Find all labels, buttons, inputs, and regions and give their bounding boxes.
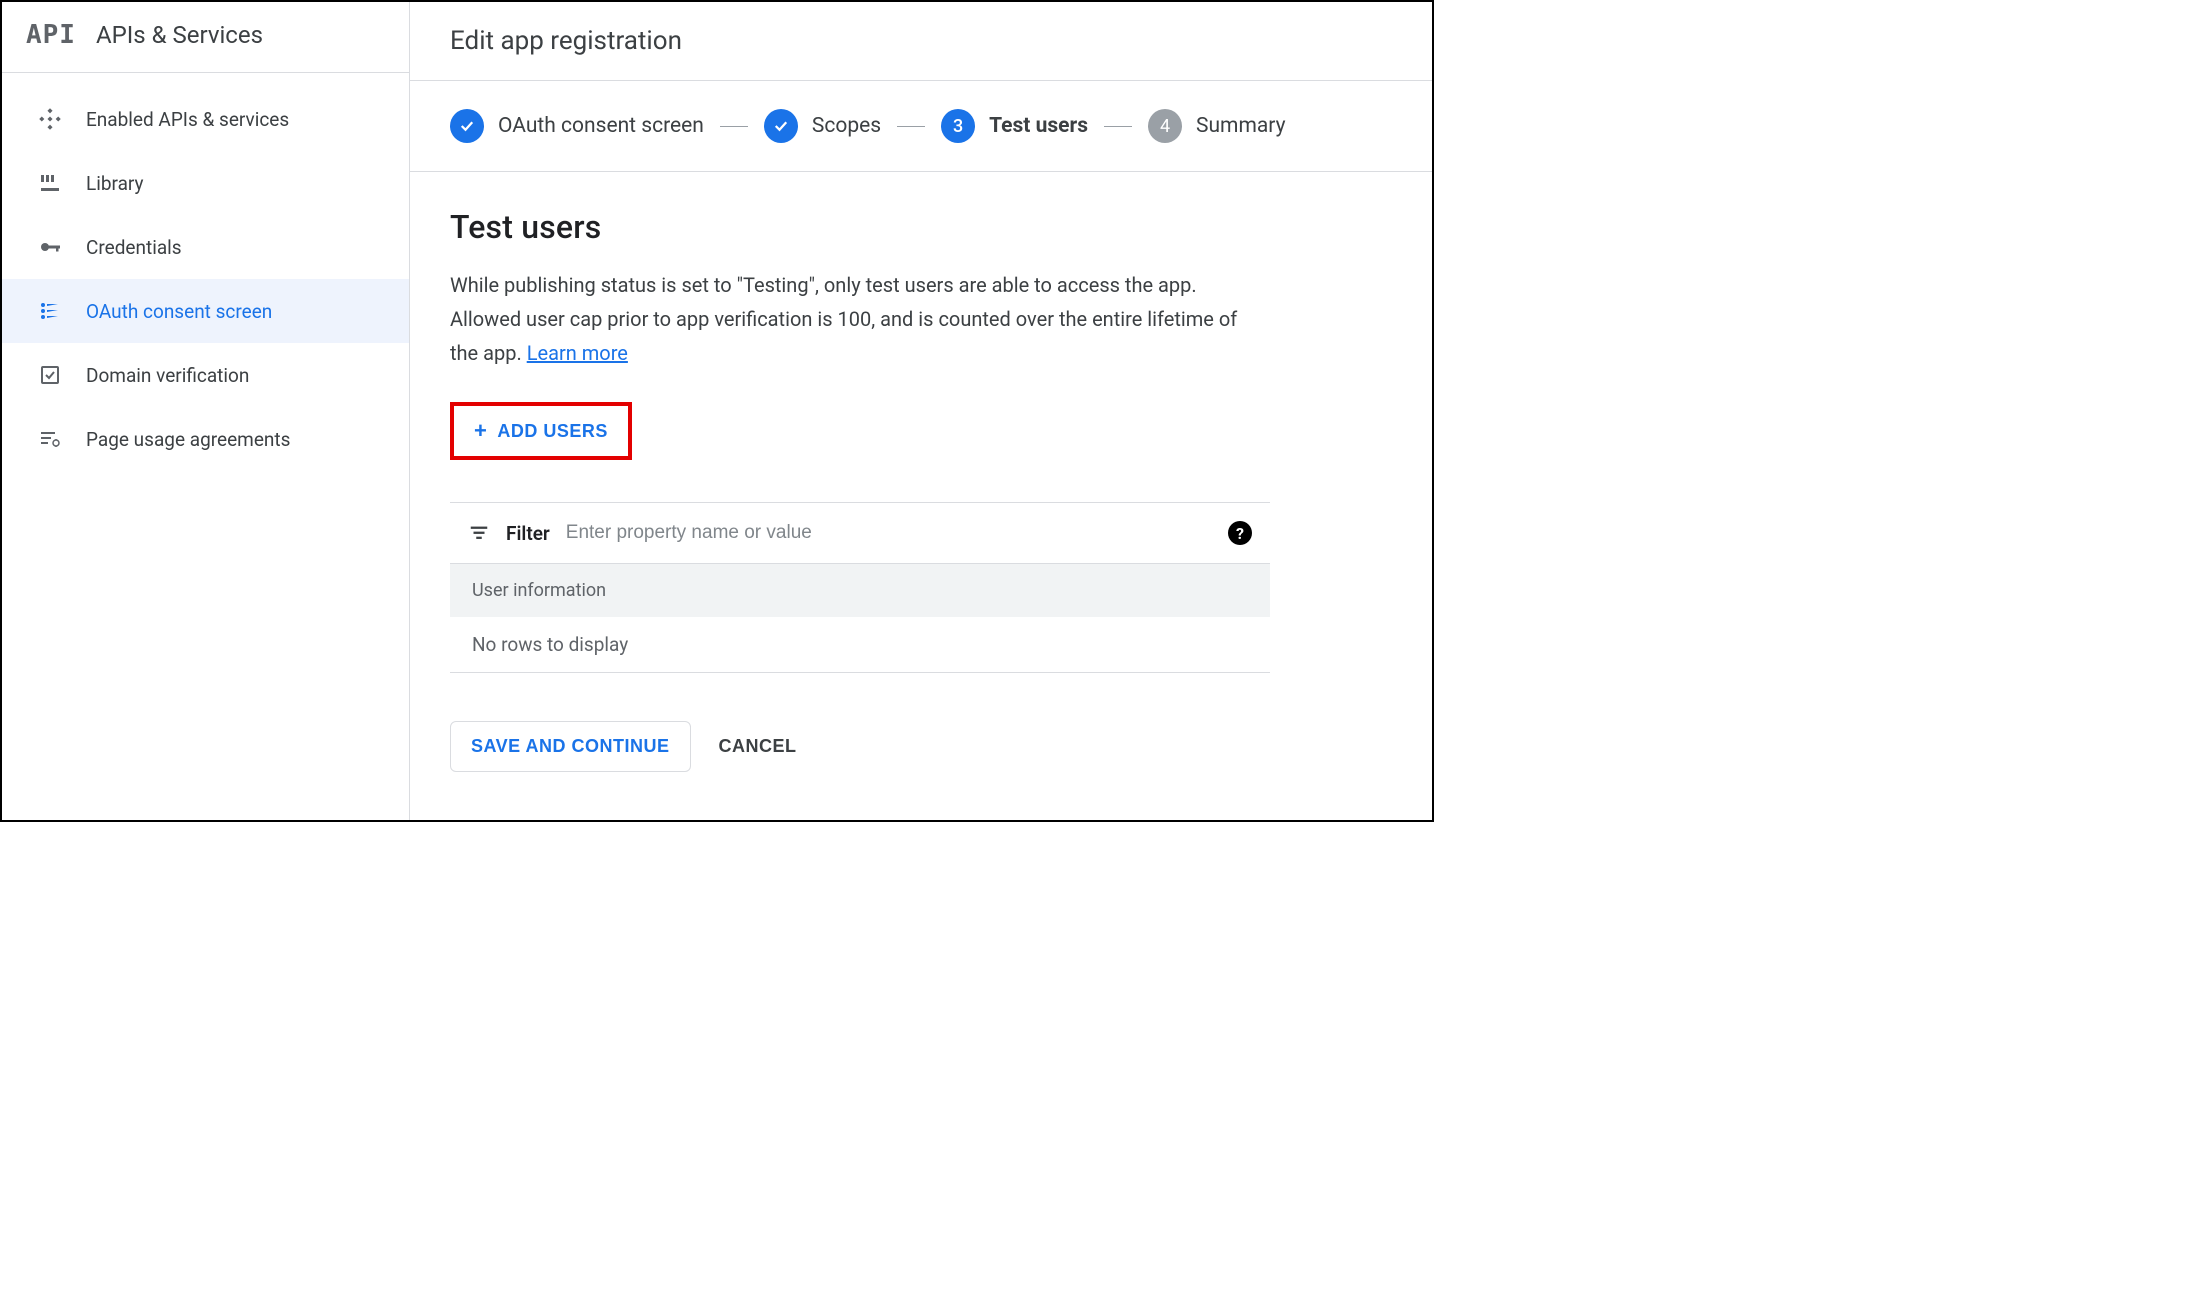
sidebar-item-domain-verification[interactable]: Domain verification — [2, 343, 409, 407]
sidebar-title: APIs & Services — [96, 21, 263, 49]
api-logo: API — [26, 20, 76, 50]
check-box-icon — [38, 363, 62, 387]
step-number: 3 — [941, 109, 975, 143]
step-label: Test users — [989, 114, 1088, 138]
sidebar-item-label: Library — [86, 172, 144, 195]
save-and-continue-button[interactable]: SAVE AND CONTINUE — [450, 721, 691, 772]
add-users-label: ADD USERS — [497, 421, 608, 442]
filter-icon — [468, 522, 490, 544]
table-empty: No rows to display — [450, 617, 1270, 673]
cancel-button[interactable]: CANCEL — [719, 736, 797, 757]
library-icon — [38, 171, 62, 195]
filter-label: Filter — [506, 522, 550, 545]
sidebar-item-oauth-consent[interactable]: OAuth consent screen — [2, 279, 409, 343]
sidebar: API APIs & Services Enabled APIs & servi… — [2, 2, 410, 820]
sidebar-item-library[interactable]: Library — [2, 151, 409, 215]
key-icon — [38, 235, 62, 259]
step-scopes[interactable]: Scopes — [764, 109, 881, 143]
sidebar-nav: Enabled APIs & services Library Credenti… — [2, 73, 409, 471]
sidebar-item-page-usage[interactable]: Page usage agreements — [2, 407, 409, 471]
filter-input[interactable] — [566, 522, 1212, 544]
help-icon[interactable]: ? — [1228, 521, 1252, 545]
diamond-icon — [38, 107, 62, 131]
table-header: User information — [450, 564, 1270, 617]
sidebar-header: API APIs & Services — [2, 2, 409, 73]
step-label: OAuth consent screen — [498, 114, 704, 138]
sidebar-item-credentials[interactable]: Credentials — [2, 215, 409, 279]
form-actions: SAVE AND CONTINUE CANCEL — [450, 721, 1270, 772]
learn-more-link[interactable]: Learn more — [527, 341, 628, 365]
sidebar-item-label: Page usage agreements — [86, 428, 290, 451]
step-test-users[interactable]: 3 Test users — [941, 109, 1088, 143]
section-title: Test users — [450, 208, 1270, 246]
add-users-button[interactable]: + ADD USERS — [458, 410, 624, 452]
settings-list-icon — [38, 427, 62, 451]
check-icon — [450, 109, 484, 143]
step-number: 4 — [1148, 109, 1182, 143]
filter-row: Filter ? — [450, 503, 1270, 564]
step-oauth-consent[interactable]: OAuth consent screen — [450, 109, 704, 143]
page-title: Edit app registration — [410, 2, 1432, 81]
sidebar-item-enabled-apis[interactable]: Enabled APIs & services — [2, 87, 409, 151]
step-label: Scopes — [812, 114, 881, 138]
sidebar-item-label: Credentials — [86, 236, 182, 259]
step-separator — [1104, 126, 1132, 127]
content: Test users While publishing status is se… — [410, 172, 1310, 808]
step-summary[interactable]: 4 Summary — [1148, 109, 1286, 143]
main: Edit app registration OAuth consent scre… — [410, 2, 1432, 820]
sidebar-item-label: OAuth consent screen — [86, 300, 272, 323]
stepper: OAuth consent screen Scopes 3 Test users… — [410, 81, 1432, 172]
sidebar-item-label: Domain verification — [86, 364, 249, 387]
step-label: Summary — [1196, 114, 1286, 138]
users-table: Filter ? User information No rows to dis… — [450, 502, 1270, 673]
sidebar-item-label: Enabled APIs & services — [86, 108, 289, 131]
check-icon — [764, 109, 798, 143]
add-users-highlight: + ADD USERS — [450, 402, 632, 460]
consent-icon — [38, 299, 62, 323]
step-separator — [897, 126, 925, 127]
section-description: While publishing status is set to "Testi… — [450, 268, 1270, 370]
plus-icon: + — [474, 420, 487, 442]
step-separator — [720, 126, 748, 127]
